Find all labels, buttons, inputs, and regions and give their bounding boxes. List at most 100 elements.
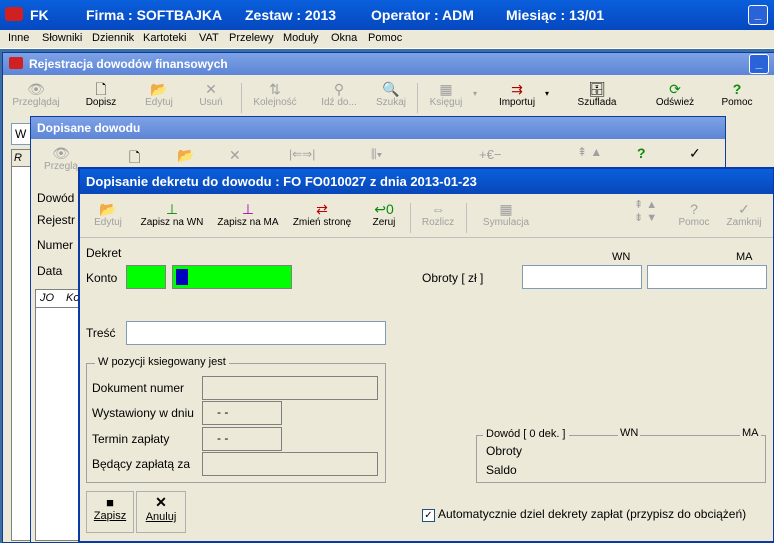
app-title-bar: FK Firma : SOFTBAJKA Zestaw : 2013 Opera… xyxy=(0,0,774,30)
wystawiony-label: Wystawiony w dniu xyxy=(92,406,194,420)
rejestr-label: Rejestr xyxy=(37,213,76,227)
konto-field[interactable] xyxy=(172,265,292,289)
rozlicz-button[interactable]: ⇔ Rozlicz xyxy=(414,201,462,228)
operator-label: Operator : ADM xyxy=(371,7,474,23)
app-minimize-button[interactable]: _ xyxy=(748,5,768,25)
bedacy-field xyxy=(202,452,378,476)
menu-pomoc[interactable]: Pomoc xyxy=(368,32,402,44)
dopisane-help-icon[interactable]: ? xyxy=(637,145,646,161)
obroty-wn-field[interactable] xyxy=(522,265,642,289)
anuluj-button[interactable]: ✕ Anuluj xyxy=(136,491,186,533)
delete-icon: ✕ xyxy=(205,81,217,97)
dowod-wn-header: WN xyxy=(618,427,641,439)
app-logo-icon xyxy=(5,7,23,21)
help-icon: ? xyxy=(690,201,698,217)
symulacja-button[interactable]: ▦ Symulacja xyxy=(476,201,536,228)
menu-vat[interactable]: VAT xyxy=(199,32,219,44)
zapisz-na-ma-button[interactable]: ⊥ Zapisz na MA xyxy=(210,201,286,228)
goto-icon: ⚲ xyxy=(333,81,345,97)
zestaw-label: Zestaw : 2013 xyxy=(245,7,337,23)
usun-button[interactable]: ✕ Usuń xyxy=(191,81,231,108)
dowod-label: Dowód xyxy=(37,191,75,205)
ksieguj-dropdown-icon[interactable]: ▾ xyxy=(473,89,477,98)
zmien-strone-button[interactable]: ⇄ Zmień stronę xyxy=(286,201,358,228)
kolejnosc-button[interactable]: ⇅ Kolejność xyxy=(247,81,303,108)
cancel-icon: ✕ xyxy=(155,494,167,510)
importuj-button[interactable]: ⇉ Importuj xyxy=(493,81,541,108)
dekret-edytuj-button[interactable]: 📂 Edytuj xyxy=(86,201,130,228)
importuj-dropdown-icon[interactable]: ▾ xyxy=(545,89,549,98)
dekret-title: Dopisanie dekretu do dowodu : FO FO01002… xyxy=(80,169,773,194)
tresc-label: Treść xyxy=(86,326,116,340)
miesiac-label: Miesiąc : 13/01 xyxy=(506,7,605,23)
rejestracja-icon xyxy=(9,57,23,69)
help-icon: ? xyxy=(732,81,742,97)
obroty-ma-field[interactable] xyxy=(647,265,767,289)
zapisz-button[interactable]: ■ Zapisz xyxy=(86,491,134,533)
idz-do-button[interactable]: ⚲ Idź do... xyxy=(311,81,367,108)
new-document-icon: 🗋 xyxy=(95,81,107,97)
dopisane-folder-icon[interactable]: 📂 xyxy=(177,147,194,164)
dopisane-move-icon[interactable]: |⇐⇒| xyxy=(289,147,315,161)
saldo-summary-label: Saldo xyxy=(486,463,517,477)
menu-dziennik[interactable]: Dziennik xyxy=(92,32,134,44)
dopisane-currency-icon[interactable]: +€− xyxy=(479,147,501,162)
dopisz-button[interactable]: 🗋 Dopisz xyxy=(81,81,121,108)
edytuj-button[interactable]: 📂 Edytuj xyxy=(135,81,183,108)
dekret-zamknij-button[interactable]: ✓ Zamknij xyxy=(722,201,766,228)
app-name: FK xyxy=(30,7,49,23)
eye-icon: 👁 xyxy=(27,81,45,97)
auto-dziel-checkbox[interactable]: ✓ xyxy=(422,509,435,522)
nav-up-icons[interactable]: ⇞ ▲ ⇟ ▼ xyxy=(634,199,657,225)
zapisz-na-wn-button[interactable]: ⊥ Zapisz na WN xyxy=(134,201,210,228)
dopisane-ok-icon[interactable]: ✓ xyxy=(689,145,701,162)
termin-field: - - xyxy=(202,427,282,451)
simulation-icon: ▦ xyxy=(499,201,513,217)
dekret-pomoc-button[interactable]: ? Pomoc xyxy=(674,201,714,228)
firma-label: Firma : SOFTBAJKA xyxy=(86,7,223,23)
odswiez-button[interactable]: ⟳ Odśwież xyxy=(649,81,701,108)
settle-icon: ⇔ xyxy=(431,201,445,217)
toolbar-separator xyxy=(241,83,242,113)
ma-header: MA xyxy=(736,251,753,263)
menu-bar: Inne Słowniki Dziennik Kartoteki VAT Prz… xyxy=(0,30,774,49)
zeruj-button[interactable]: ↩0 Zeruj xyxy=(364,201,404,228)
dopisane-przegladaj-button[interactable]: 👁 Przeglą xyxy=(41,145,81,172)
szuflada-button[interactable]: 🗄 Szuflada xyxy=(569,81,625,108)
check-icon: ✓ xyxy=(738,201,750,217)
import-icon: ⇉ xyxy=(511,81,523,97)
ksieguj-button[interactable]: ▦ Księguj xyxy=(423,81,469,108)
menu-inne[interactable]: Inne xyxy=(8,32,29,44)
ledger-icon: ▦ xyxy=(439,81,453,97)
folder-icon: 📂 xyxy=(150,81,168,97)
drawer-icon: 🗄 xyxy=(588,81,606,97)
tresc-field[interactable] xyxy=(126,321,386,345)
pomoc-button[interactable]: ? Pomoc xyxy=(717,81,757,108)
dopisane-up-icon[interactable]: ⇞ ▲ xyxy=(577,145,602,159)
rejestracja-minimize-button[interactable]: _ xyxy=(749,54,769,74)
grid-col-jo: JO xyxy=(40,292,55,304)
menu-slowniki[interactable]: Słowniki xyxy=(42,32,82,44)
zero-icon: ↩0 xyxy=(374,201,394,217)
data-label: Data xyxy=(37,264,63,278)
obroty-label: Obroty [ zł ] xyxy=(422,271,484,285)
konto-label: Konto xyxy=(86,271,118,285)
folder-icon: 📂 xyxy=(99,201,117,217)
menu-moduly[interactable]: Moduły xyxy=(283,32,318,44)
toolbar-bottom-line xyxy=(80,237,773,238)
auto-dziel-label: Automatycznie dziel dekrety zapłat (przy… xyxy=(438,507,747,521)
menu-okna[interactable]: Okna xyxy=(331,32,357,44)
szukaj-button[interactable]: 🔍 Szukaj xyxy=(369,81,413,108)
wn-header: WN xyxy=(612,251,631,263)
toolbar-separator xyxy=(466,203,467,233)
dekret-dialog: Dopisanie dekretu do dowodu : FO FO01002… xyxy=(78,167,774,543)
bedacy-label: Będący zapłatą za xyxy=(92,457,191,471)
przegladaj-button[interactable]: 👁 Przeglądaj xyxy=(11,81,61,108)
dopisane-delete-icon[interactable]: ✕ xyxy=(229,147,241,164)
menu-kartoteki[interactable]: Kartoteki xyxy=(143,32,186,44)
konto-prefix-field[interactable] xyxy=(126,265,166,289)
menu-przelewy[interactable]: Przelewy xyxy=(229,32,274,44)
eye-icon: 👁 xyxy=(52,145,70,161)
dopisane-split-icon[interactable]: ⫼▾ xyxy=(371,147,382,162)
dowod-summary-group: Dowód [ 0 dek. ] xyxy=(476,428,766,483)
